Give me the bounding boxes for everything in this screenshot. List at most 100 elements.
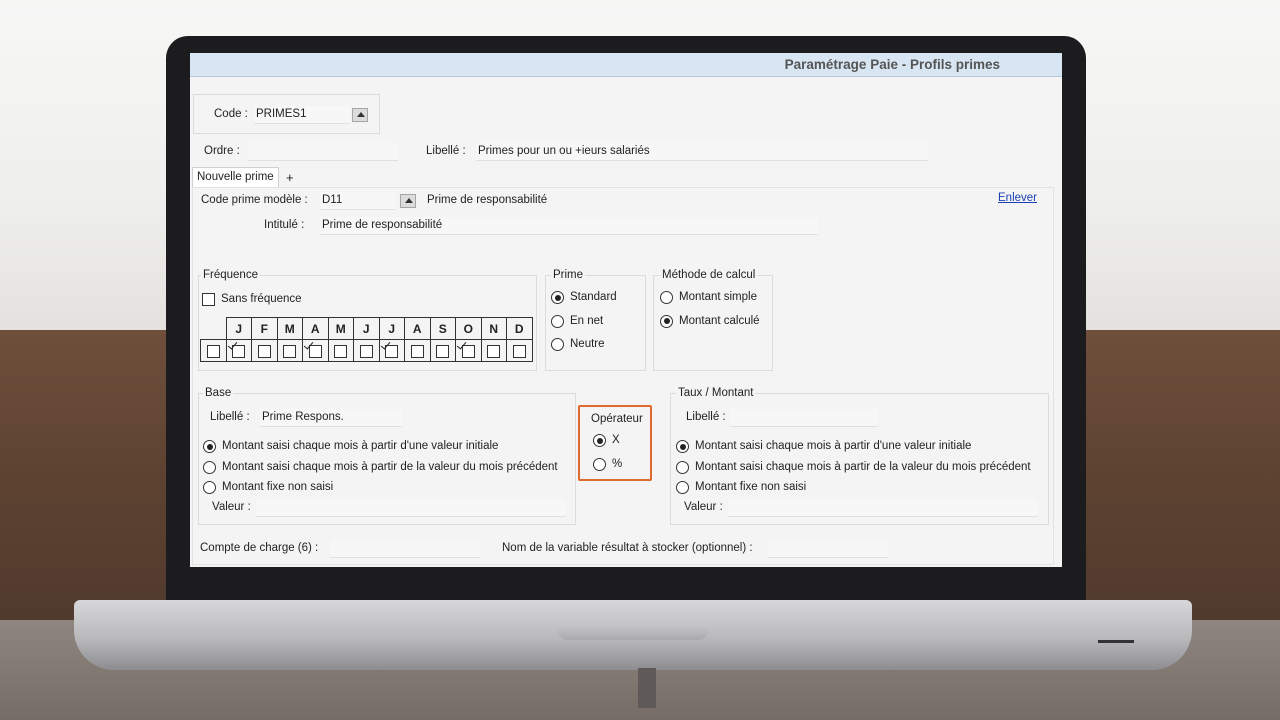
methode-radio-label: Montant calculé xyxy=(679,314,760,327)
taux-libelle-field[interactable] xyxy=(730,409,878,427)
month-checkbox[interactable] xyxy=(461,344,475,358)
month-grid-corner xyxy=(201,318,227,340)
code-prime-field[interactable]: D11 xyxy=(320,192,396,210)
code-prime-description: Prime de responsabilité xyxy=(427,194,548,206)
variable-label: Nom de la variable résultat à stocker (o… xyxy=(502,542,753,554)
sans-frequence-label: Sans fréquence xyxy=(221,293,302,305)
month-label: M xyxy=(276,317,303,340)
window-title: Paramétrage Paie - Profils primes xyxy=(784,57,1000,72)
taux-radio[interactable] xyxy=(676,481,689,494)
month-checkbox[interactable] xyxy=(385,344,399,358)
base-radio[interactable] xyxy=(203,460,216,474)
month-cell[interactable] xyxy=(302,339,329,362)
code-prime-label: Code prime modèle : xyxy=(201,194,308,206)
month-checkbox[interactable] xyxy=(257,344,271,358)
month-cell[interactable] xyxy=(378,339,405,362)
month-all-cell[interactable] xyxy=(200,339,227,362)
sans-frequence-checkbox[interactable] xyxy=(202,293,215,306)
code-prime-dropdown-button[interactable] xyxy=(400,194,416,208)
taux-valeur-field[interactable] xyxy=(728,499,1038,517)
month-label: J xyxy=(353,317,380,340)
month-cell[interactable] xyxy=(225,339,252,362)
month-cell[interactable] xyxy=(353,339,380,362)
taux-radio-label: Montant saisi chaque mois à partir de la… xyxy=(695,460,1031,473)
code-field[interactable]: PRIMES1 xyxy=(254,106,350,124)
laptop-stand xyxy=(638,668,656,708)
intitule-label: Intitulé : xyxy=(264,219,305,231)
month-label: A xyxy=(302,317,329,340)
base-valeur-label: Valeur : xyxy=(212,501,251,513)
month-all-checkbox[interactable] xyxy=(206,344,220,358)
title-bar: Paramétrage Paie - Profils primes xyxy=(190,53,1062,77)
methode-radio-label: Montant simple xyxy=(679,291,757,303)
month-checkbox[interactable] xyxy=(487,344,501,358)
frequence-title: Fréquence xyxy=(201,269,260,281)
operateur-radio[interactable] xyxy=(593,458,606,471)
month-label: D xyxy=(506,317,533,340)
base-radio[interactable] xyxy=(203,440,216,453)
ordre-field[interactable] xyxy=(248,143,398,161)
month-grid: JFMAMJJASOND xyxy=(200,317,533,362)
taux-radio[interactable] xyxy=(676,460,689,474)
taux-libelle-label: Libellé : xyxy=(686,411,726,423)
prime-type-radio[interactable] xyxy=(551,314,564,328)
methode-title: Méthode de calcul xyxy=(660,269,758,281)
month-checkbox[interactable] xyxy=(283,344,297,358)
app-window: Paramétrage Paie - Profils primes Code :… xyxy=(190,53,1062,567)
code-dropdown-button[interactable] xyxy=(352,108,368,122)
month-checkbox[interactable] xyxy=(308,344,322,358)
laptop-indicator xyxy=(1098,640,1134,643)
month-checkbox[interactable] xyxy=(232,344,246,358)
prime-type-radio[interactable] xyxy=(551,291,564,304)
ordre-label: Ordre : xyxy=(204,145,240,157)
month-label: A xyxy=(404,317,431,340)
tab-nouvelle-prime[interactable]: Nouvelle prime xyxy=(192,167,279,187)
month-label: J xyxy=(378,317,405,340)
variable-field[interactable] xyxy=(768,540,888,558)
prime-type-radio[interactable] xyxy=(551,338,564,351)
add-tab-button[interactable]: + xyxy=(286,170,294,185)
base-valeur-field[interactable] xyxy=(256,499,566,517)
month-cell[interactable] xyxy=(429,339,456,362)
base-radio-label: Montant saisi chaque mois à partir d'une… xyxy=(222,440,499,452)
month-label: O xyxy=(455,317,482,340)
methode-radio[interactable] xyxy=(660,291,673,304)
taux-radio-label: Montant fixe non saisi xyxy=(695,481,807,493)
methode-radio[interactable] xyxy=(660,314,673,328)
compte-label: Compte de charge (6) : xyxy=(200,542,319,554)
compte-field[interactable] xyxy=(330,540,480,558)
libelle-field[interactable]: Primes pour un ou +ieurs salariés xyxy=(476,143,928,161)
month-cell[interactable] xyxy=(404,339,431,362)
month-cell[interactable] xyxy=(251,339,278,362)
prime-type-radio-label: En net xyxy=(570,314,604,327)
taux-radio[interactable] xyxy=(676,440,689,453)
month-cell[interactable] xyxy=(327,339,354,362)
operateur-radio[interactable] xyxy=(593,434,606,447)
prime-type-radio-label: Neutre xyxy=(570,338,605,350)
base-radio-label: Montant fixe non saisi xyxy=(222,481,334,493)
taux-valeur-label: Valeur : xyxy=(684,501,723,513)
month-cell[interactable] xyxy=(480,339,507,362)
month-checkbox[interactable] xyxy=(410,344,424,358)
month-cell[interactable] xyxy=(506,339,533,362)
base-title: Base xyxy=(203,387,234,399)
month-cell[interactable] xyxy=(276,339,303,362)
month-label: J xyxy=(225,317,252,340)
base-libelle-field[interactable]: Prime Respons. xyxy=(260,409,402,427)
month-label: N xyxy=(480,317,507,340)
operateur-radio-label: % xyxy=(612,458,623,470)
month-checkbox[interactable] xyxy=(512,344,526,358)
month-cell[interactable] xyxy=(455,339,482,362)
remove-link[interactable]: Enlever xyxy=(998,192,1037,204)
intitule-field[interactable]: Prime de responsabilité xyxy=(320,217,818,235)
prime-type-title: Prime xyxy=(551,269,586,281)
base-libelle-label: Libellé : xyxy=(210,411,250,423)
month-checkbox[interactable] xyxy=(436,344,450,358)
month-checkbox[interactable] xyxy=(334,344,348,358)
libelle-label: Libellé : xyxy=(426,145,466,157)
operateur-title: Opérateur xyxy=(591,413,643,425)
base-radio[interactable] xyxy=(203,481,216,494)
month-label: M xyxy=(327,317,354,340)
month-checkbox[interactable] xyxy=(359,344,373,358)
base-radio-label: Montant saisi chaque mois à partir de la… xyxy=(222,460,558,473)
